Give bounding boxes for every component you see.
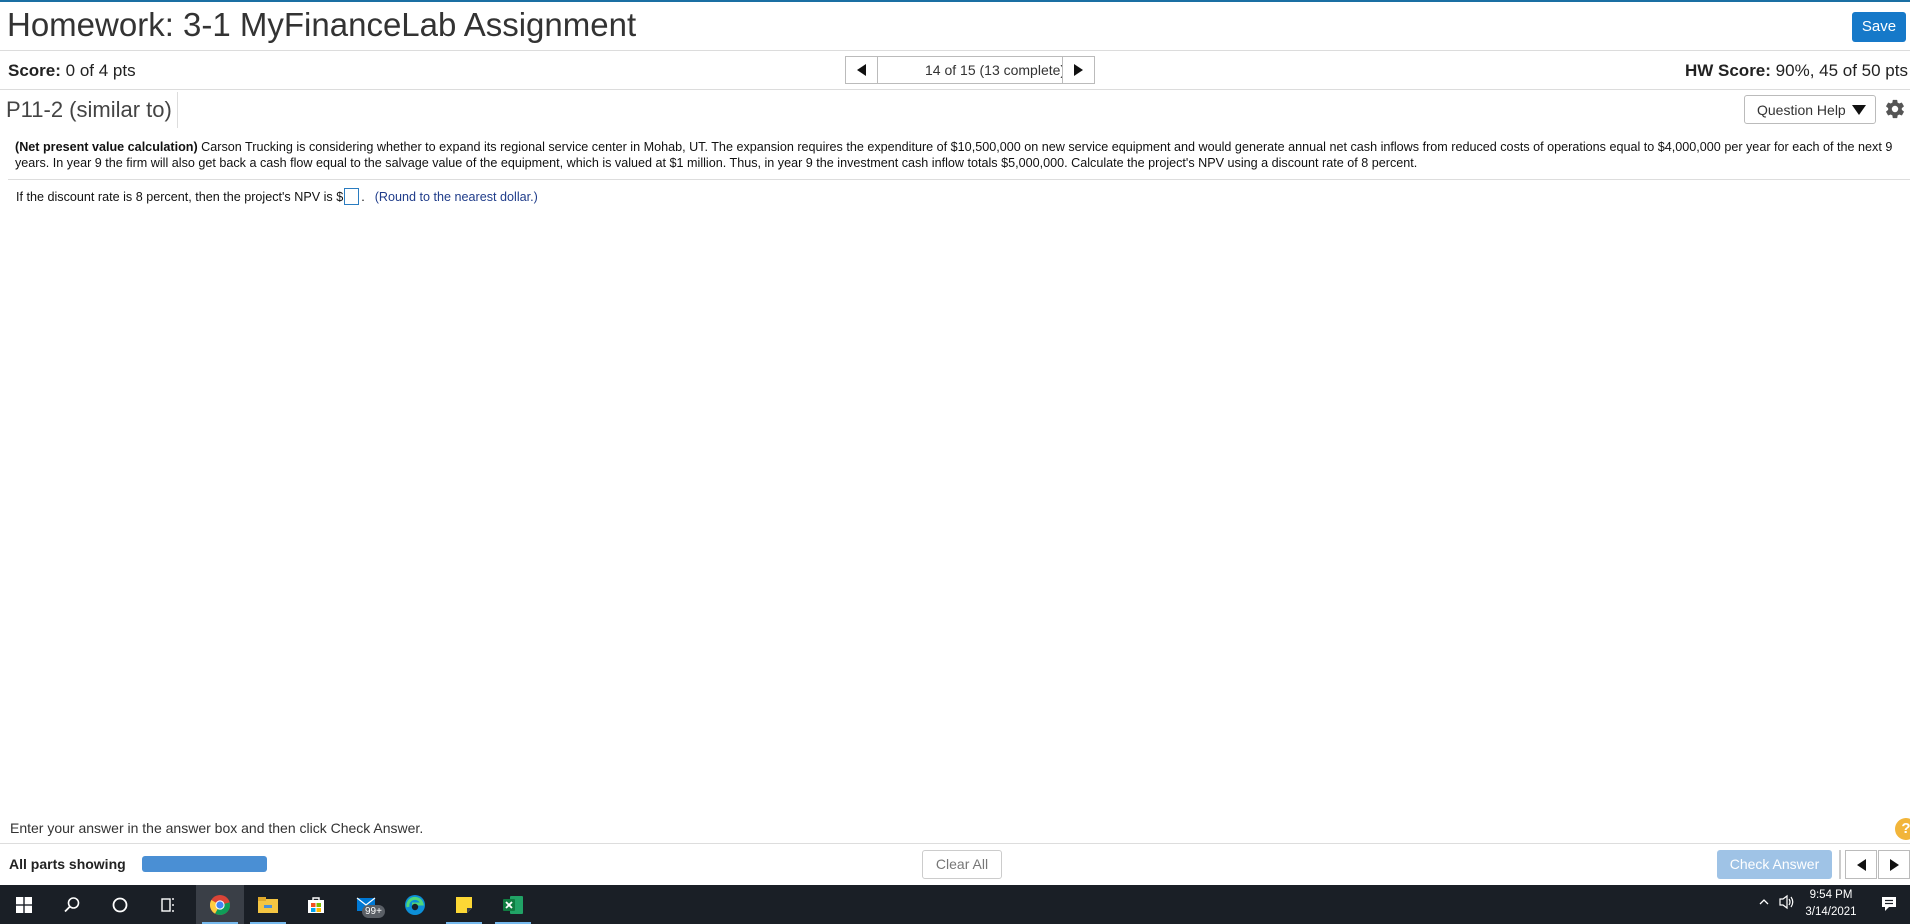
- bottom-next-button[interactable]: [1878, 850, 1910, 879]
- problem-statement: (Net present value calculation) Carson T…: [15, 139, 1908, 171]
- notification-icon[interactable]: [1880, 895, 1898, 913]
- answer-line: If the discount rate is 8 percent, then …: [16, 188, 538, 205]
- triangle-left-icon: [857, 64, 866, 76]
- score-value: 0 of 4 pts: [65, 61, 136, 80]
- answer-prefix: If the discount rate is 8 percent, then …: [16, 189, 344, 204]
- rounding-hint: (Round to the nearest dollar.): [374, 189, 538, 204]
- search-icon: [64, 896, 80, 912]
- excel-button[interactable]: [489, 885, 537, 924]
- score-bar: Score: 0 of 4 pts 14 of 15 (13 complete)…: [0, 51, 1910, 90]
- task-view-icon: [161, 897, 174, 912]
- triangle-right-icon: [1889, 858, 1899, 871]
- tray-chevron-icon[interactable]: [1758, 896, 1770, 908]
- store-button[interactable]: [292, 885, 340, 924]
- question-counter-dropdown[interactable]: 14 of 15 (13 complete): [878, 56, 1086, 84]
- clear-all-button[interactable]: Clear All: [922, 850, 1002, 879]
- sticky-notes-button[interactable]: [440, 885, 488, 924]
- cortana-button[interactable]: [96, 885, 144, 924]
- problem-text: Carson Trucking is considering whether t…: [15, 140, 1893, 170]
- answer-instruction: Enter your answer in the answer box and …: [10, 820, 424, 836]
- taskbar-search-button[interactable]: [48, 885, 96, 924]
- previous-question-button[interactable]: [845, 56, 878, 84]
- hw-score: HW Score: 90%, 45 of 50 pts: [1685, 61, 1908, 81]
- next-question-button[interactable]: [1062, 56, 1095, 84]
- question-navigator: 14 of 15 (13 complete): [845, 56, 1095, 84]
- question-help-button[interactable]: Question Help: [1744, 95, 1876, 124]
- sticky-notes-icon: [456, 896, 472, 913]
- task-view-button[interactable]: [144, 885, 192, 924]
- windows-start-icon: [16, 896, 32, 913]
- score: Score: 0 of 4 pts: [8, 61, 136, 81]
- chrome-icon: [210, 894, 231, 915]
- file-explorer-icon: [258, 896, 278, 913]
- triangle-left-icon: [1856, 858, 1866, 871]
- mail-badge: 99+: [362, 905, 385, 918]
- page-title: Homework: 3-1 MyFinanceLab Assignment: [7, 6, 637, 43]
- hw-score-label: HW Score:: [1684, 61, 1771, 80]
- question-bar: P11-2 (similar to) Question Help: [0, 90, 1910, 130]
- problem-title: (Net present value calculation): [15, 140, 198, 154]
- volume-icon[interactable]: [1778, 894, 1796, 910]
- bottom-previous-button[interactable]: [1845, 850, 1877, 879]
- question-id: P11-2 (similar to): [6, 97, 172, 122]
- check-answer-button[interactable]: Check Answer: [1717, 850, 1832, 879]
- system-clock[interactable]: 9:54 PM 3/14/2021: [1799, 887, 1863, 921]
- clock-time: 9:54 PM: [1809, 889, 1853, 901]
- assignment-header: Homework: 3-1 MyFinanceLab Assignment Sa…: [0, 2, 1910, 51]
- clock-date: 3/14/2021: [1805, 906, 1857, 918]
- question-counter-text: 14 of 15 (13 complete): [925, 62, 1066, 78]
- hw-score-value: 90%, 45 of 50 pts: [1775, 61, 1908, 80]
- cortana-icon: [112, 897, 128, 912]
- chrome-taskbar-button[interactable]: [196, 885, 244, 924]
- help-circle-icon[interactable]: ?: [1895, 818, 1910, 840]
- file-explorer-button[interactable]: [244, 885, 292, 924]
- edge-icon: [405, 894, 425, 915]
- store-icon: [308, 896, 324, 913]
- parts-showing-label: All parts showing: [9, 856, 126, 872]
- question-help-label: Question Help: [1757, 101, 1846, 118]
- parts-progress-bar: [142, 856, 267, 872]
- save-button[interactable]: Save: [1852, 12, 1906, 42]
- answer-suffix: .: [361, 189, 365, 204]
- triangle-right-icon: [1074, 64, 1083, 76]
- gear-icon[interactable]: [1884, 98, 1906, 120]
- score-label: Score:: [8, 61, 61, 80]
- excel-icon: [503, 895, 523, 914]
- windows-taskbar: 99+ 9:54 PM 3/14/2021: [0, 885, 1910, 924]
- dropdown-caret-icon: [1851, 104, 1866, 115]
- bottom-nav-divider: [1839, 850, 1841, 879]
- edge-button[interactable]: [391, 885, 439, 924]
- bottom-action-bar: All parts showing Clear All Check Answer: [0, 844, 1910, 885]
- windows-start-button[interactable]: [0, 885, 48, 924]
- problem-divider: [8, 179, 1910, 180]
- question-id-divider: [177, 92, 178, 128]
- npv-answer-input[interactable]: [344, 188, 360, 205]
- mail-button[interactable]: 99+: [342, 885, 390, 924]
